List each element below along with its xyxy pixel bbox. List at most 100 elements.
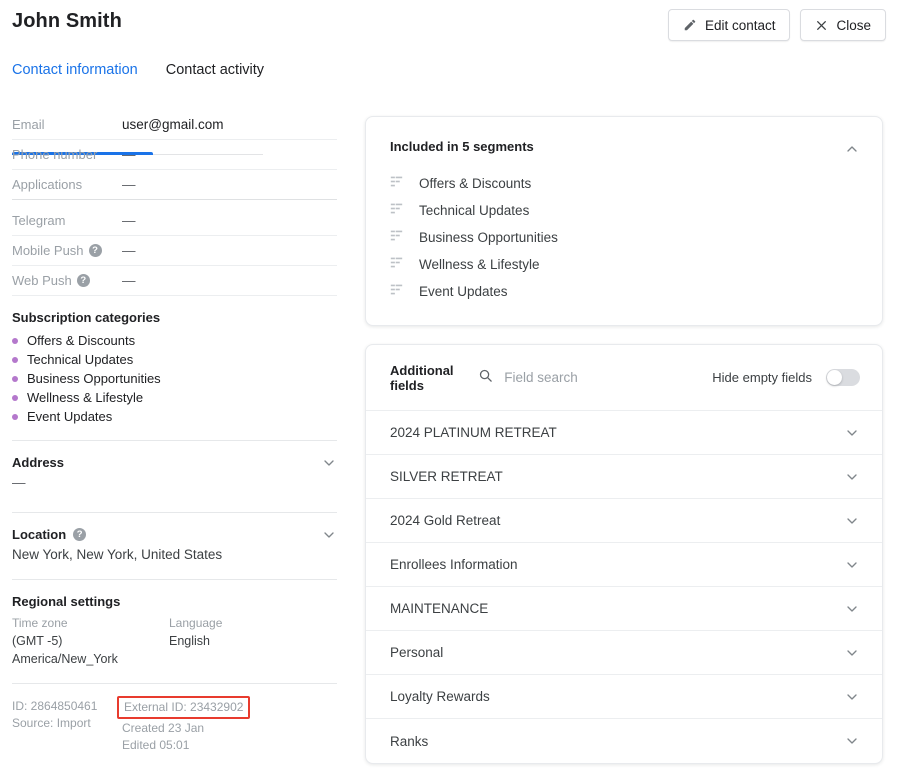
chevron-down-icon[interactable] <box>844 557 860 573</box>
search-input[interactable] <box>502 369 713 386</box>
additional-fields-title: Additional fields <box>390 362 454 393</box>
table-row[interactable]: MAINTENANCE <box>366 587 882 631</box>
table-row[interactable]: 2024 Gold Retreat <box>366 499 882 543</box>
divider <box>12 683 337 684</box>
field-label: Phone number <box>12 147 98 162</box>
language-column: Language English <box>169 614 222 668</box>
address-value: — <box>12 475 26 490</box>
tab-contact-activity[interactable]: Contact activity <box>152 62 278 88</box>
help-icon[interactable]: ? <box>73 528 87 541</box>
right-panel: Included in 5 segments Offers & Discount… <box>365 116 883 764</box>
chevron-down-icon[interactable] <box>844 513 860 529</box>
chevron-down-icon[interactable] <box>321 527 337 543</box>
field-row-applications: Applications — <box>12 170 337 200</box>
table-row[interactable]: Ranks <box>366 719 882 763</box>
segment-icon <box>390 229 403 247</box>
contact-detail-page: John Smith Edit contact Close Contact in… <box>0 0 898 780</box>
tab-bar: Contact information Contact activity <box>12 62 278 155</box>
list-item: Technical Updates <box>12 350 337 369</box>
bullet-icon <box>12 375 18 382</box>
category-label: Technical Updates <box>27 352 134 367</box>
field-search-wrap <box>478 368 713 388</box>
list-item[interactable]: Event Updates <box>390 278 858 305</box>
chevron-down-icon[interactable] <box>844 689 860 705</box>
timezone-label: Time zone <box>12 616 68 630</box>
location-section: Location ? New York, New York, United St… <box>12 513 337 562</box>
category-label: Wellness & Lifestyle <box>27 390 144 405</box>
contact-id: ID: 2864850461 <box>12 699 98 713</box>
location-header: Location ? <box>12 527 337 542</box>
field-label: Email <box>12 117 45 132</box>
segment-icon <box>390 283 403 301</box>
search-icon <box>478 368 493 388</box>
subscription-categories-list: Offers & Discounts Technical Updates Bus… <box>12 331 337 426</box>
subscription-categories-title: Subscription categories <box>12 310 161 325</box>
category-label: Offers & Discounts <box>27 333 136 348</box>
field-group-label: Personal <box>390 645 444 660</box>
field-value: — <box>122 273 136 288</box>
edit-contact-button[interactable]: Edit contact <box>667 9 791 41</box>
metadata-column-left: ID: 2864850461 Source: Import <box>12 698 122 754</box>
help-icon[interactable]: ? <box>88 244 102 257</box>
location-value: New York, New York, United States <box>12 547 223 562</box>
field-value: — <box>122 177 136 192</box>
regional-settings-grid: Time zone (GMT -5) America/New_York Lang… <box>12 614 337 668</box>
field-label: Applications <box>12 177 83 192</box>
close-button[interactable]: Close <box>800 9 886 41</box>
category-label: Event Updates <box>27 409 113 424</box>
hide-empty-fields-control: Hide empty fields <box>712 369 860 386</box>
segment-label: Business Opportunities <box>419 230 558 245</box>
list-item: Offers & Discounts <box>12 331 337 350</box>
list-item[interactable]: Offers & Discounts <box>390 170 858 197</box>
chevron-down-icon[interactable] <box>844 425 860 441</box>
list-item: Business Opportunities <box>12 369 337 388</box>
field-group-label: 2024 Gold Retreat <box>390 513 501 528</box>
field-group-label: Loyalty Rewards <box>390 689 490 704</box>
regional-settings-section: Regional settings Time zone (GMT -5) Ame… <box>12 580 337 668</box>
table-row[interactable]: SILVER RETREAT <box>366 455 882 499</box>
chevron-down-icon[interactable] <box>844 469 860 485</box>
contact-metadata: ID: 2864850461 Source: Import External I… <box>12 696 337 754</box>
metadata-column-right: External ID: 23432902 Created 23 Jan Edi… <box>117 696 251 754</box>
hide-empty-fields-toggle[interactable] <box>826 369 860 386</box>
segment-label: Offers & Discounts <box>419 176 532 191</box>
tab-contact-information[interactable]: Contact information <box>12 62 152 88</box>
segment-icon <box>390 202 403 220</box>
created-date: Created 23 Jan <box>122 721 205 735</box>
list-item[interactable]: Business Opportunities <box>390 224 858 251</box>
field-group-label: SILVER RETREAT <box>390 469 503 484</box>
segment-label: Technical Updates <box>419 203 530 218</box>
field-group-label: 2024 PLATINUM RETREAT <box>390 425 557 440</box>
table-row[interactable]: 2024 PLATINUM RETREAT <box>366 411 882 455</box>
chevron-down-icon[interactable] <box>844 601 860 617</box>
help-icon[interactable]: ? <box>76 274 90 287</box>
segment-label: Event Updates <box>419 284 508 299</box>
field-group-label: Ranks <box>390 733 429 749</box>
segments-title: Included in 5 segments <box>390 139 534 154</box>
edited-time: Edited 05:01 <box>122 738 190 752</box>
field-label: Web Push ? <box>12 273 122 288</box>
field-value: user@gmail.com <box>122 117 224 132</box>
segment-icon <box>390 175 403 193</box>
chevron-down-icon[interactable] <box>844 645 860 661</box>
bullet-icon <box>12 356 18 363</box>
chevron-down-icon[interactable] <box>321 455 337 471</box>
chevron-down-icon[interactable] <box>844 733 860 749</box>
location-title: Location <box>12 527 67 542</box>
list-item: Wellness & Lifestyle <box>12 388 337 407</box>
regional-settings-title: Regional settings <box>12 594 121 609</box>
field-row-web-push: Web Push ? — <box>12 266 337 296</box>
list-item[interactable]: Technical Updates <box>390 197 858 224</box>
hide-empty-fields-label: Hide empty fields <box>712 370 812 385</box>
field-value: — <box>122 213 136 228</box>
table-row[interactable]: Personal <box>366 631 882 675</box>
additional-fields-header: Additional fields Hide empty fields <box>366 345 882 411</box>
table-row[interactable]: Enrollees Information <box>366 543 882 587</box>
chevron-up-icon[interactable] <box>844 141 860 162</box>
table-row[interactable]: Loyalty Rewards <box>366 675 882 719</box>
edit-contact-label: Edit contact <box>704 17 776 33</box>
list-item[interactable]: Wellness & Lifestyle <box>390 251 858 278</box>
contact-information-panel: Email user@gmail.com Phone number — Appl… <box>12 110 337 754</box>
field-row-mobile-push: Mobile Push ? — <box>12 236 337 266</box>
language-value: English <box>169 634 210 648</box>
